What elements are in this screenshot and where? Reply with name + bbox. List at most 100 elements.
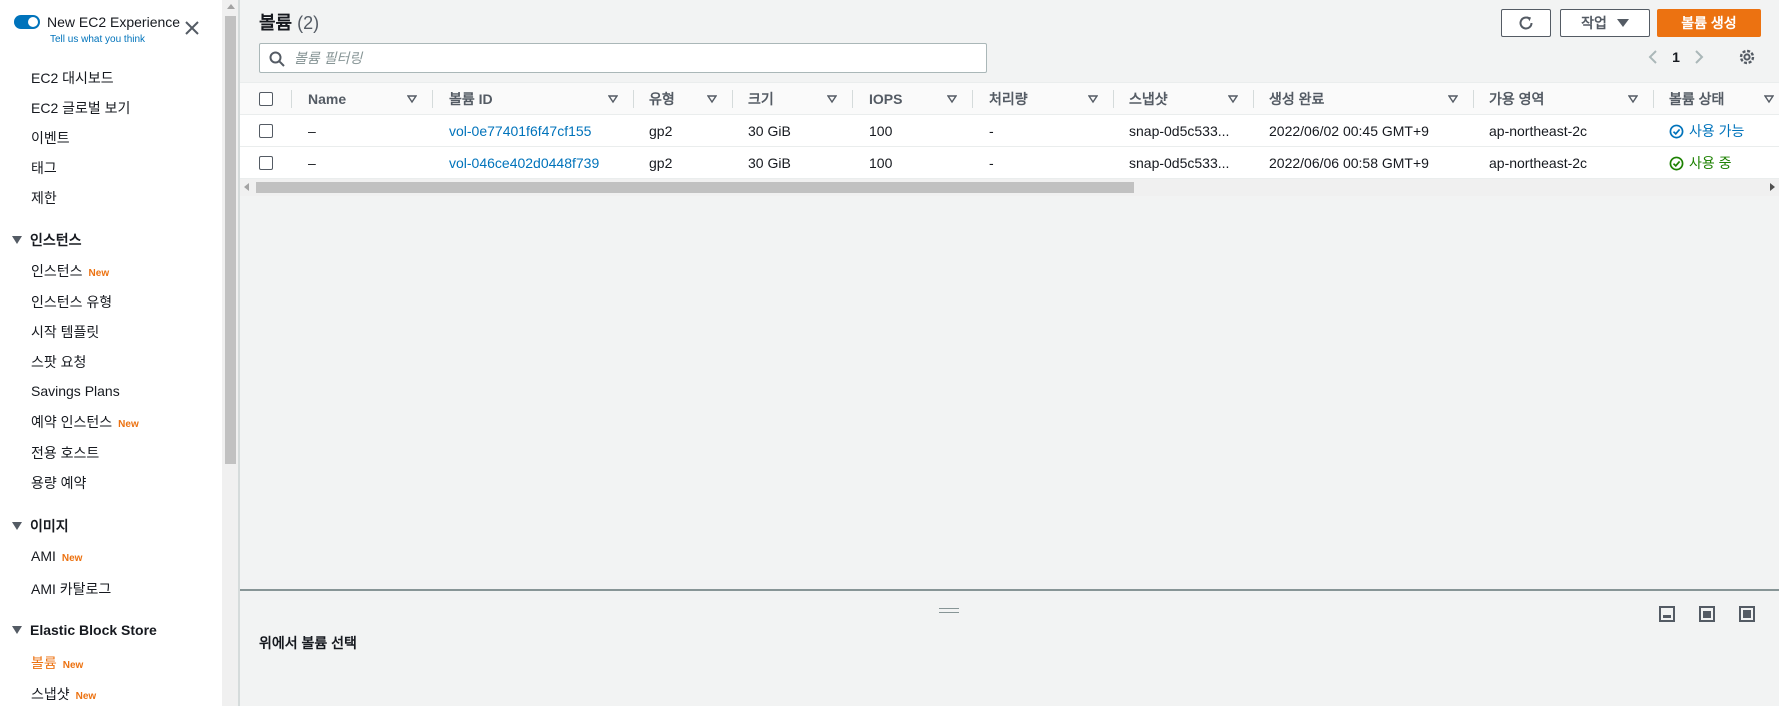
panel-bottom-icon[interactable]	[1658, 605, 1676, 623]
new-badge: New	[62, 660, 84, 671]
table-row[interactable]: – vol-0e77401f6f47cf155 gp2 30 GiB 100 -…	[240, 115, 1779, 147]
actions-button[interactable]: 작업	[1560, 9, 1650, 37]
close-icon[interactable]	[183, 19, 201, 37]
sort-icon[interactable]	[1448, 94, 1458, 104]
sort-icon[interactable]	[1088, 94, 1098, 104]
cell-availability-zone: ap-northeast-2c	[1489, 155, 1588, 171]
cell-volume-id-link[interactable]: vol-046ce402d0448f739	[449, 147, 599, 179]
sidebar-item-ec2-dashboard[interactable]: EC2 대시보드	[31, 68, 114, 88]
sidebar-section-ebs[interactable]: Elastic Block Store	[12, 622, 157, 638]
next-page-button[interactable]	[1688, 46, 1710, 68]
new-badge: New	[88, 268, 110, 279]
sidebar-scroll-thumb[interactable]	[225, 16, 236, 464]
cell-iops: 100	[869, 155, 893, 171]
sidebar-item-events[interactable]: 이벤트	[31, 128, 70, 148]
panel-full-icon[interactable]	[1738, 605, 1756, 623]
cell-volume-state: 사용 가능	[1669, 115, 1744, 147]
cell-throughput: -	[989, 123, 994, 139]
sidebar-section-instances[interactable]: 인스턴스	[12, 230, 82, 250]
table-scroll-thumb[interactable]	[256, 182, 1134, 193]
sidebar-item-capacity-reservations[interactable]: 용량 예약	[31, 473, 86, 493]
sort-icon[interactable]	[827, 94, 837, 104]
sidebar-scrollbar[interactable]	[222, 0, 239, 706]
current-page[interactable]: 1	[1664, 49, 1688, 65]
new-experience-toggle[interactable]	[14, 15, 40, 29]
cell-name: –	[308, 123, 316, 139]
sidebar-item-ami-catalog[interactable]: AMI 카탈로그	[31, 579, 111, 599]
row-checkbox[interactable]	[259, 156, 273, 170]
column-header-iops[interactable]: IOPS	[869, 83, 902, 115]
filter-input[interactable]	[294, 48, 974, 68]
column-header-snapshot[interactable]: 스냅샷	[1129, 83, 1168, 115]
sidebar-item-launch-templates[interactable]: 시작 템플릿	[31, 322, 99, 342]
table-row[interactable]: – vol-046ce402d0448f739 gp2 30 GiB 100 -…	[240, 147, 1779, 179]
scroll-right-arrow-icon[interactable]	[1770, 183, 1775, 191]
cell-availability-zone: ap-northeast-2c	[1489, 123, 1588, 139]
volumes-table: Name 볼륨 ID 유형 크기 IOPS 처리량 스냅샷 생성 완료 가용 영…	[240, 82, 1779, 196]
sort-icon[interactable]	[1628, 94, 1638, 104]
feedback-link[interactable]: Tell us what you think	[50, 34, 145, 45]
sidebar-item-savings-plans[interactable]: Savings Plans	[31, 383, 120, 399]
pagination: 1	[1642, 46, 1710, 68]
sort-icon[interactable]	[707, 94, 717, 104]
column-header-name[interactable]: Name	[308, 83, 346, 115]
sidebar-item-spot-requests[interactable]: 스팟 요청	[31, 352, 86, 372]
select-all-checkbox[interactable]	[259, 92, 273, 106]
cell-throughput: -	[989, 155, 994, 171]
column-header-created[interactable]: 생성 완료	[1269, 83, 1324, 115]
scroll-left-arrow-icon[interactable]	[244, 183, 249, 191]
cell-iops: 100	[869, 123, 893, 139]
caret-down-icon	[12, 236, 22, 244]
chevron-left-icon	[1648, 50, 1657, 64]
cell-snapshot: snap-0d5c533...	[1129, 123, 1230, 139]
sidebar-item-snapshots[interactable]: 스냅샷 New	[31, 684, 96, 704]
gear-icon[interactable]	[1737, 47, 1757, 67]
filter-search-box[interactable]	[259, 43, 987, 73]
sort-icon[interactable]	[1764, 94, 1774, 104]
prev-page-button[interactable]	[1642, 46, 1664, 68]
sidebar-item-limits[interactable]: 제한	[31, 188, 57, 208]
sort-icon[interactable]	[407, 94, 417, 104]
table-horizontal-scrollbar[interactable]	[240, 179, 1779, 196]
sidebar-item-tags[interactable]: 태그	[31, 158, 57, 178]
column-header-volume-state[interactable]: 볼륨 상태	[1669, 83, 1724, 115]
sidebar-item-ami[interactable]: AMI New	[31, 548, 82, 564]
cell-size: 30 GiB	[748, 155, 791, 171]
sidebar-item-reserved-instances[interactable]: 예약 인스턴스 New	[31, 412, 139, 432]
status-in-use-icon	[1669, 156, 1684, 170]
column-header-volume-id[interactable]: 볼륨 ID	[449, 83, 493, 115]
refresh-button[interactable]	[1501, 9, 1551, 37]
cell-created: 2022/06/06 00:58 GMT+9	[1269, 155, 1429, 171]
row-checkbox[interactable]	[259, 124, 273, 138]
sidebar-item-volumes[interactable]: 볼륨 New	[31, 653, 83, 673]
sidebar-item-instance-types[interactable]: 인스턴스 유형	[31, 292, 112, 312]
cell-type: gp2	[649, 155, 673, 171]
sort-icon[interactable]	[608, 94, 618, 104]
caret-down-icon	[1616, 19, 1629, 27]
chevron-right-icon	[1695, 50, 1704, 64]
panel-middle-icon[interactable]	[1698, 605, 1716, 623]
new-badge: New	[118, 419, 139, 430]
sidebar-item-dedicated-hosts[interactable]: 전용 호스트	[31, 443, 99, 463]
column-header-size[interactable]: 크기	[748, 83, 774, 115]
caret-down-icon	[12, 626, 22, 634]
resize-handle-icon[interactable]	[939, 608, 959, 613]
volume-count: (2)	[297, 13, 320, 33]
column-header-availability-zone[interactable]: 가용 영역	[1489, 83, 1544, 115]
column-header-type[interactable]: 유형	[649, 83, 675, 115]
cell-snapshot: snap-0d5c533...	[1129, 155, 1230, 171]
sidebar-section-images[interactable]: 이미지	[12, 516, 69, 536]
cell-volume-id-link[interactable]: vol-0e77401f6f47cf155	[449, 115, 591, 147]
new-badge: New	[75, 691, 97, 702]
new-badge: New	[61, 553, 83, 564]
sidebar-item-instances[interactable]: 인스턴스 New	[31, 261, 109, 281]
page-title: 볼륨 (2)	[259, 13, 320, 33]
sort-icon[interactable]	[947, 94, 957, 104]
column-header-throughput[interactable]: 처리량	[989, 83, 1028, 115]
details-panel-title: 위에서 볼륨 선택	[259, 635, 357, 651]
create-volume-button[interactable]: 볼륨 생성	[1657, 9, 1761, 37]
scroll-up-arrow-icon[interactable]	[227, 4, 235, 9]
sidebar-item-ec2-global-view[interactable]: EC2 글로벌 보기	[31, 98, 130, 118]
sidebar: New EC2 Experience Tell us what you thin…	[0, 0, 222, 706]
sort-icon[interactable]	[1228, 94, 1238, 104]
